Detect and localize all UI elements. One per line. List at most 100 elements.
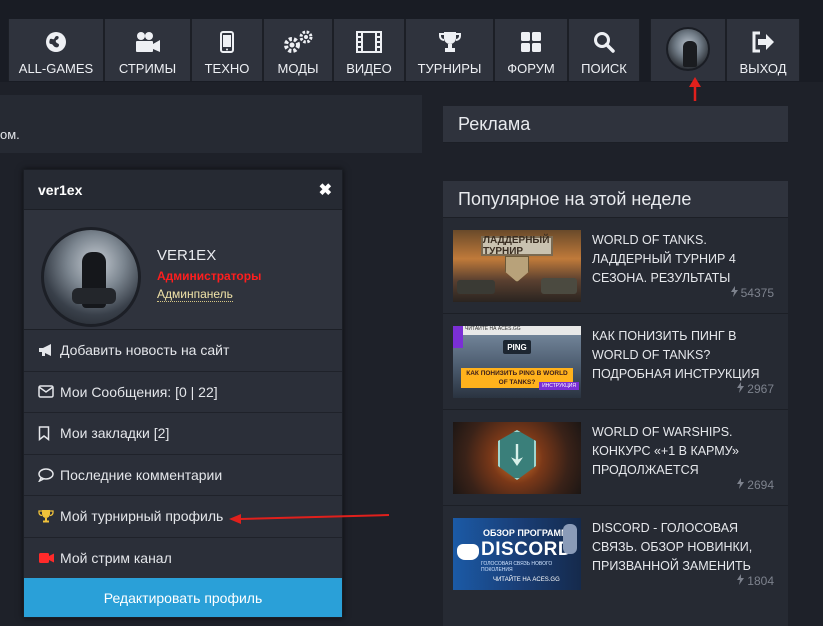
popular-list: ЛАДДЕРНЫЙ ТУРНИР WORLD OF TANKS. ЛАДДЕРН…: [443, 218, 788, 626]
menu-add-news[interactable]: Добавить новость на сайт: [24, 330, 342, 372]
admin-panel-link[interactable]: Админпанель: [157, 287, 233, 302]
nav-tournaments[interactable]: ТУРНИРЫ: [405, 19, 494, 81]
views-count: 54375: [740, 286, 774, 300]
article-text: ом.: [0, 127, 20, 142]
menu-messages[interactable]: Мои Сообщения: [0 | 22]: [24, 371, 342, 413]
popular-item[interactable]: WORLD OF WARSHIPS. КОНКУРС «+1 В КАРМУ» …: [443, 410, 788, 506]
popular-views: 1804: [737, 574, 774, 588]
menu-label: Мой стрим канал: [60, 549, 172, 566]
nav-label: ТЕХНО: [204, 61, 250, 76]
popular-title: WORLD OF TANKS. ЛАДДЕРНЫЙ ТУРНИР 4 СЕЗОН…: [592, 233, 736, 285]
nav-forum[interactable]: ФОРУМ: [494, 19, 568, 81]
main-nav: ALL-GAMES СТРИМЫ ТЕХНО МОДЫ ВИДЕО ТУРНИР…: [8, 19, 800, 81]
bookmark-icon: [38, 426, 58, 441]
popular-block-title: Популярное на этой неделе: [443, 181, 788, 218]
bolt-icon: [737, 574, 745, 588]
tank-shape: [541, 278, 577, 294]
envelope-icon: [38, 385, 58, 398]
popup-menu: Добавить новость на сайт Мои Сообщения: …: [24, 330, 342, 579]
popular-item[interactable]: ЛАДДЕРНЫЙ ТУРНИР WORLD OF TANKS. ЛАДДЕРН…: [443, 218, 788, 314]
film-icon: [356, 29, 382, 55]
nav-search[interactable]: ПОИСК: [568, 19, 640, 81]
mobile-phone-icon: [220, 29, 234, 55]
nav-label: ФОРУМ: [507, 61, 555, 76]
menu-label: Последние комментарии: [60, 466, 223, 483]
video-camera-icon: [38, 552, 58, 564]
menu-label: Мой турнирный профиль: [60, 508, 224, 525]
grid-icon: [520, 29, 542, 55]
avatar: [41, 227, 141, 327]
trophy-icon: [38, 509, 58, 523]
nav-user-avatar[interactable]: [650, 19, 726, 81]
ads-block-title: Реклама: [443, 106, 788, 143]
tank-shape: [457, 280, 495, 294]
menu-label: Мои Сообщения: [0 | 22]: [60, 383, 218, 400]
top-navigation-bar: ALL-GAMES СТРИМЫ ТЕХНО МОДЫ ВИДЕО ТУРНИР…: [0, 0, 823, 82]
bolt-icon: [737, 478, 745, 492]
profile-group: Администраторы: [157, 269, 262, 283]
popular-thumbnail: [453, 422, 581, 494]
popular-title: DISCORD - ГОЛОСОВАЯ СВЯЗЬ. ОБЗОР НОВИНКИ…: [592, 521, 753, 573]
nav-label: МОДЫ: [277, 61, 319, 76]
menu-label: Мои закладки [2]: [60, 425, 170, 442]
nav-streams[interactable]: СТРИМЫ: [104, 19, 191, 81]
menu-tournament-profile[interactable]: Мой турнирный профиль: [24, 496, 342, 538]
popup-user-info: VER1EX Администраторы Админпанель: [24, 210, 342, 330]
search-icon: [593, 29, 615, 55]
nav-gap: [640, 19, 650, 81]
views-count: 2694: [747, 478, 774, 492]
nav-all-games[interactable]: ALL-GAMES: [8, 19, 104, 81]
edit-profile-button[interactable]: Редактировать профиль: [24, 578, 342, 617]
thumbnail-footer: ЧИТАЙТЕ НА ACES.GG: [493, 577, 560, 583]
thumbnail-subtitle: ГОЛОСОВАЯ СВЯЗЬ НОВОГО ПОКОЛЕНИЯ: [481, 561, 553, 573]
nav-label: ALL-GAMES: [18, 61, 94, 76]
gears-icon: [282, 29, 314, 55]
microphone-icon: [563, 524, 577, 554]
views-count: 2967: [747, 382, 774, 396]
popular-thumbnail: ЛАДДЕРНЫЙ ТУРНИР: [453, 230, 581, 302]
popular-thumbnail: ОБЗОР ПРОГРАММЫ DISCORD ГОЛОСОВАЯ СВЯЗЬ …: [453, 518, 581, 590]
article-snippet: ом.: [0, 95, 422, 153]
profile-popup: ver1ex ✖ VER1EX Администраторы Админпане…: [23, 169, 343, 618]
menu-label: Добавить новость на сайт: [60, 342, 230, 359]
popular-thumbnail: ЧИТАЙТЕ НА ACES.GG PING КАК ПОНИЗИТЬ PIN…: [453, 326, 581, 398]
thumbnail-top-caption: ЧИТАЙТЕ НА ACES.GG: [453, 326, 581, 335]
thumbnail-badge: ИНСТРУКЦИЯ: [539, 382, 579, 390]
popular-views: 54375: [730, 286, 774, 300]
megaphone-icon: [38, 343, 58, 357]
corner-badge: [453, 326, 463, 348]
nav-label: ПОИСК: [581, 61, 627, 76]
nav-video[interactable]: ВИДЕО: [333, 19, 405, 81]
sign-out-icon: [751, 29, 775, 55]
popular-title: WORLD OF WARSHIPS. КОНКУРС «+1 В КАРМУ» …: [592, 425, 739, 477]
trophy-icon: [438, 29, 462, 55]
close-icon[interactable]: ✖: [319, 180, 332, 200]
bolt-icon: [737, 382, 745, 396]
thumbnail-ping: PING: [503, 340, 531, 354]
nav-label: ВЫХОД: [739, 61, 787, 76]
menu-stream-channel[interactable]: Мой стрим канал: [24, 537, 342, 579]
bolt-icon: [730, 286, 738, 300]
video-camera-icon: [135, 29, 161, 55]
nav-label: ВИДЕО: [346, 61, 392, 76]
comment-icon: [38, 468, 58, 482]
popular-views: 2967: [737, 382, 774, 396]
bike-shape: [72, 288, 116, 304]
popular-item[interactable]: ЧИТАЙТЕ НА ACES.GG PING КАК ПОНИЗИТЬ PIN…: [443, 314, 788, 410]
menu-bookmarks[interactable]: Мои закладки [2]: [24, 413, 342, 455]
popup-username: ver1ex: [38, 181, 83, 198]
discord-icon: [457, 544, 479, 560]
shield-icon: [505, 256, 529, 282]
thumbnail-title: DISCORD: [481, 539, 573, 560]
popup-header: ver1ex ✖: [24, 170, 342, 210]
popular-title: КАК ПОНИЗИТЬ ПИНГ В WORLD OF TANKS? ПОДР…: [592, 329, 760, 381]
nav-mods[interactable]: МОДЫ: [263, 19, 333, 81]
views-count: 1804: [747, 574, 774, 588]
nav-techno[interactable]: ТЕХНО: [191, 19, 263, 81]
profile-display-name: VER1EX: [157, 247, 217, 264]
popular-item[interactable]: ОБЗОР ПРОГРАММЫ DISCORD ГОЛОСОВАЯ СВЯЗЬ …: [443, 506, 788, 602]
menu-recent-comments[interactable]: Последние комментарии: [24, 454, 342, 496]
nav-logout[interactable]: ВЫХОД: [726, 19, 800, 81]
nav-label: СТРИМЫ: [118, 61, 177, 76]
globe-icon: [45, 29, 67, 55]
